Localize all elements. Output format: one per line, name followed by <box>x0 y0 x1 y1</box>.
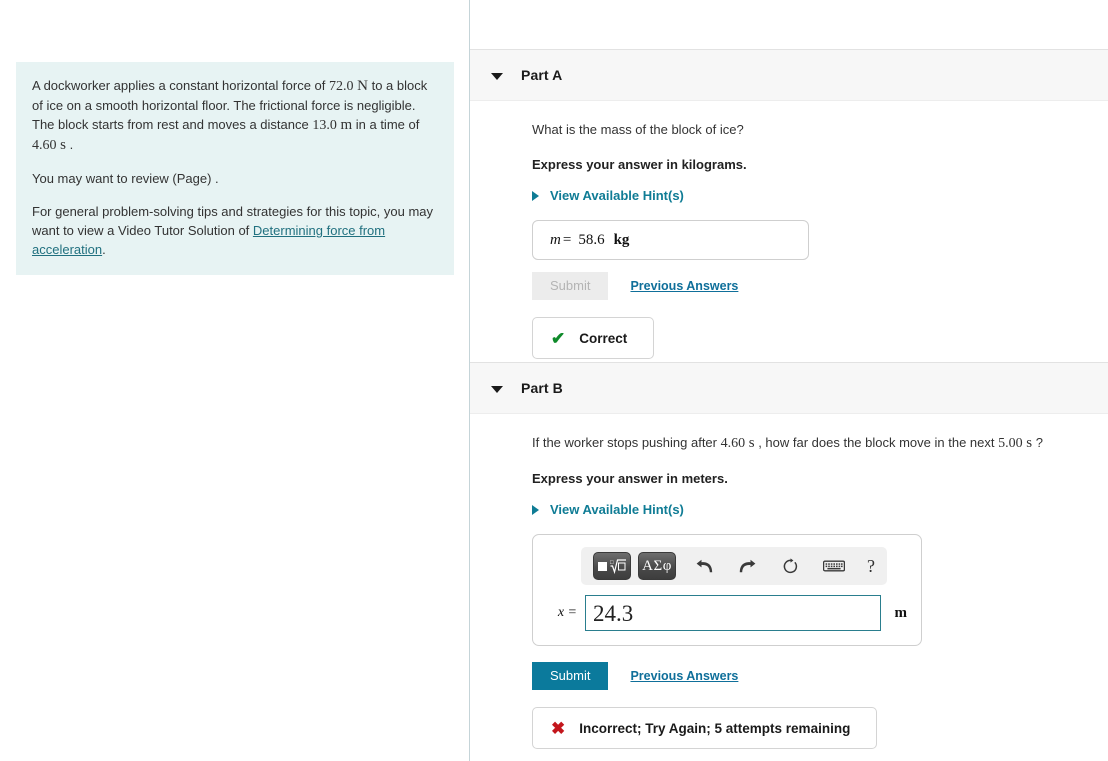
part-a-button-row: Submit Previous Answers <box>532 272 1108 300</box>
part-a-feedback-correct: ✔ Correct <box>532 317 655 359</box>
distance-unit: m <box>340 117 353 133</box>
part-a-answer-box[interactable]: m = 58.6 kg <box>532 220 809 260</box>
part-b-answer-value: 24.3 <box>593 600 634 626</box>
part-a-express-instruction: Express your answer in kilograms. <box>532 157 747 172</box>
part-b-question: If the worker stops pushing after 4.60 s… <box>532 434 1108 453</box>
problem-paragraph-3: For general problem-solving tips and str… <box>32 202 438 259</box>
problem-text-1c: in a time of <box>352 117 420 132</box>
part-a-title: Part A <box>521 67 563 83</box>
square-root-template-icon[interactable]: □ <box>593 552 631 580</box>
part-a-view-hints-link[interactable]: View Available Hint(s) <box>532 188 684 203</box>
problem-text-3b: . <box>102 242 106 257</box>
hint-caret-icon <box>532 190 541 201</box>
redo-arrow-icon[interactable] <box>734 553 761 579</box>
part-b-submit-button[interactable]: Submit <box>532 662 609 690</box>
check-mark-icon: ✔ <box>551 328 566 348</box>
math-toolbar: □ ΑΣφ ? <box>581 547 887 585</box>
part-a-submit-button: Submit <box>532 272 609 300</box>
part-b-title: Part B <box>521 380 563 396</box>
part-b-variable-symbol: x <box>557 605 565 620</box>
part-b-body: If the worker stops pushing after 4.60 s… <box>470 414 1108 749</box>
part-b-previous-answers-link[interactable]: Previous Answers <box>630 669 738 683</box>
part-b-question-text-c: ? <box>1032 435 1043 450</box>
part-a-answer-value: 58.6 <box>578 231 605 248</box>
undo-arrow-icon[interactable] <box>691 553 718 579</box>
collapse-caret-icon[interactable] <box>491 383 503 394</box>
part-b-answer-entry: □ ΑΣφ ? x = 24.3 m <box>532 534 922 646</box>
part-b-question-text-b: , how far does the block move in the nex… <box>754 435 999 450</box>
problem-statement-card: A dockworker applies a constant horizont… <box>16 62 454 275</box>
answer-pane: Part A What is the mass of the block of … <box>470 0 1108 761</box>
part-b-button-row: Submit Previous Answers <box>532 662 1108 690</box>
part-a-hint-label: View Available Hint(s) <box>550 188 684 203</box>
problem-paragraph-2: You may want to review (Page) . <box>32 171 219 186</box>
part-a-question: What is the mass of the block of ice? <box>532 122 744 137</box>
math-help-icon[interactable]: ? <box>867 556 875 577</box>
part-a-answer-variable: m <box>550 231 561 248</box>
part-a-answer-equals: = <box>562 231 572 248</box>
reset-circular-arrow-icon[interactable] <box>777 553 804 579</box>
part-b-hint-label: View Available Hint(s) <box>550 502 684 517</box>
part-a-previous-answers-link[interactable]: Previous Answers <box>630 279 738 293</box>
part-b-question-text-a: If the worker stops pushing after <box>532 435 721 450</box>
part-b-view-hints-link[interactable]: View Available Hint(s) <box>532 502 684 517</box>
problem-text-1a: A dockworker applies a constant horizont… <box>32 78 329 93</box>
time-value: 4.60 <box>32 138 57 153</box>
part-b-answer-variable: x = <box>547 605 577 621</box>
part-b-time1-value: 4.60 <box>720 436 746 451</box>
problem-pane: A dockworker applies a constant horizont… <box>0 0 469 761</box>
part-b-express-instruction: Express your answer in meters. <box>532 471 728 486</box>
problem-paragraph-1: A dockworker applies a constant horizont… <box>32 76 438 155</box>
svg-text:□: □ <box>610 560 614 566</box>
collapse-caret-icon[interactable] <box>491 70 503 81</box>
distance-value: 13.0 <box>312 118 337 133</box>
problem-text-1d: . <box>65 137 74 152</box>
part-a-header[interactable]: Part A <box>470 49 1108 101</box>
greek-symbols-button[interactable]: ΑΣφ <box>638 552 676 580</box>
exercise-page: A dockworker applies a constant horizont… <box>0 0 1108 761</box>
part-b-input-row: x = 24.3 m <box>547 595 907 631</box>
part-b-header[interactable]: Part B <box>470 362 1108 414</box>
part-a-block: Part A What is the mass of the block of … <box>470 49 1108 359</box>
part-b-answer-unit: m <box>894 604 908 621</box>
part-b-feedback-text: Incorrect; Try Again; 5 attempts remaini… <box>579 720 851 736</box>
part-b-feedback-incorrect: ✖ Incorrect; Try Again; 5 attempts remai… <box>532 707 878 749</box>
part-a-feedback-text: Correct <box>579 330 628 346</box>
hint-caret-icon <box>532 504 541 515</box>
part-a-body: What is the mass of the block of ice? Ex… <box>470 101 1108 359</box>
part-a-answer-unit: kg <box>613 231 630 248</box>
part-b-equals-symbol: = <box>567 605 577 620</box>
greek-symbols-label: ΑΣφ <box>642 557 672 574</box>
part-b-answer-input[interactable]: 24.3 <box>585 595 881 631</box>
part-b-block: Part B If the worker stops pushing after… <box>470 362 1108 749</box>
cross-mark-icon: ✖ <box>551 718 566 738</box>
force-value: 72.0 <box>329 79 354 94</box>
part-b-time2-value: 5.00 <box>998 436 1023 451</box>
force-unit: N <box>357 78 368 94</box>
keyboard-icon[interactable] <box>820 553 847 579</box>
